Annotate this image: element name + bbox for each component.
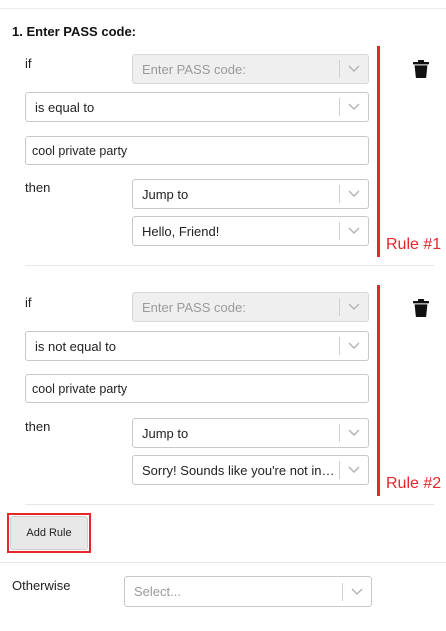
answer-input[interactable]: cool private party [25, 136, 369, 165]
otherwise-select[interactable]: Select... [124, 576, 372, 607]
condition-select[interactable]: is not equal to [25, 331, 369, 361]
rule-2-bracket [377, 285, 380, 496]
if-label: if [25, 56, 32, 71]
chevron-down-icon [340, 190, 368, 198]
chevron-down-icon [343, 588, 371, 596]
delete-rule-1-trash-icon[interactable] [413, 60, 429, 78]
rule-divider [25, 265, 434, 266]
rule-divider [25, 504, 434, 505]
action-select[interactable]: Jump to [132, 179, 369, 209]
chevron-down-icon [340, 227, 368, 235]
target-select[interactable]: Hello, Friend! [132, 216, 369, 246]
if-label: if [25, 295, 32, 310]
action-select[interactable]: Jump to [132, 418, 369, 448]
question-select: Enter PASS code: [132, 54, 369, 84]
chevron-down-icon [340, 103, 368, 111]
chevron-down-icon [340, 303, 368, 311]
chevron-down-icon [340, 429, 368, 437]
chevron-down-icon [340, 65, 368, 73]
chevron-down-icon [340, 342, 368, 350]
rule-1-bracket [377, 46, 380, 257]
rule-1-annotation: Rule #1 [386, 236, 442, 253]
delete-rule-2-trash-icon[interactable] [413, 299, 429, 317]
then-label: then [25, 419, 51, 434]
add-rule-button[interactable]: Add Rule [10, 516, 88, 550]
condition-select[interactable]: is equal to [25, 92, 369, 122]
then-label: then [25, 180, 51, 195]
question-select: Enter PASS code: [132, 292, 369, 322]
answer-input[interactable]: cool private party [25, 374, 369, 403]
target-select[interactable]: Sorry! Sounds like you're not invited [132, 455, 369, 485]
rule-2-annotation: Rule #2 [386, 475, 442, 492]
question-title: 1. Enter PASS code: [12, 24, 137, 39]
chevron-down-icon [340, 466, 368, 474]
otherwise-label: Otherwise [12, 578, 71, 593]
otherwise-divider [0, 562, 446, 563]
top-divider [0, 8, 446, 9]
